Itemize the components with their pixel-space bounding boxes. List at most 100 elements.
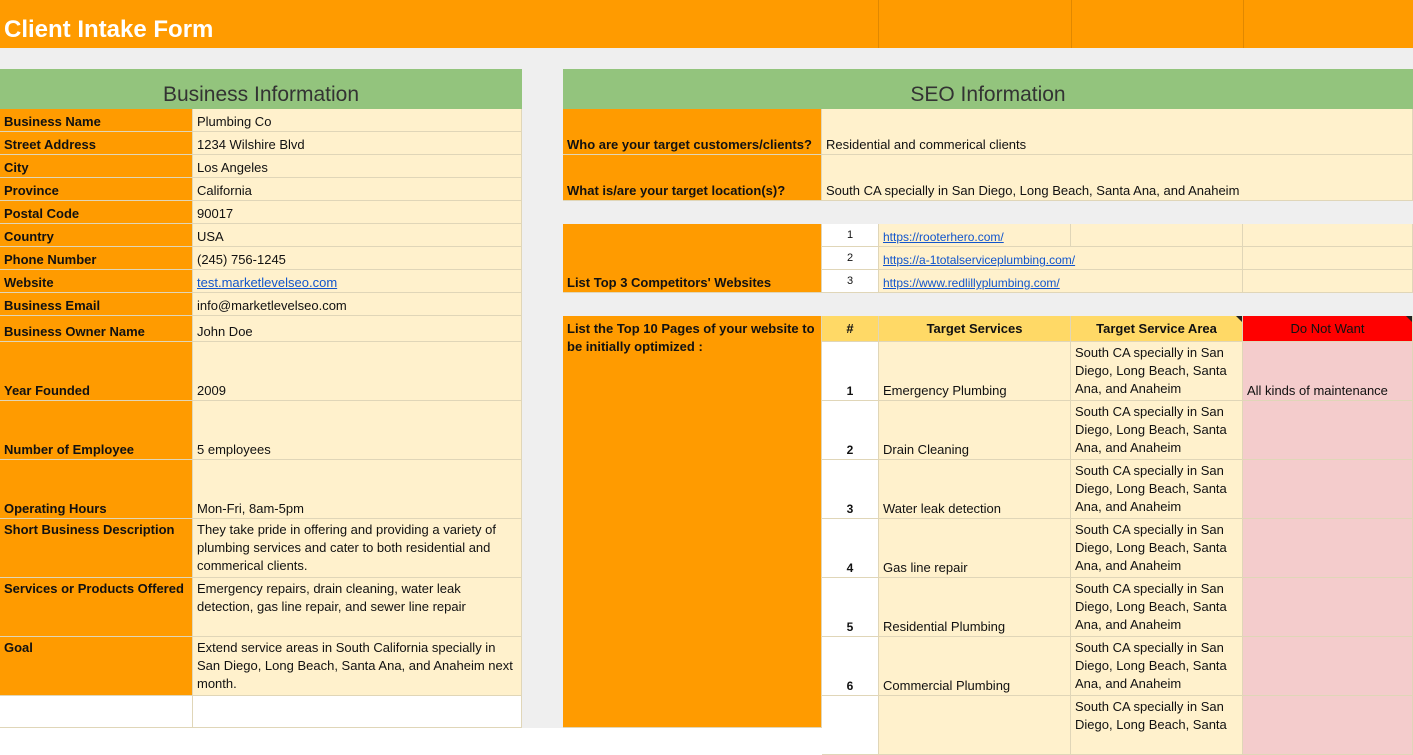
pages-header-area-label: Target Service Area [1096,320,1217,336]
target-customers-label: Who are your target customers/clients? [563,109,822,155]
page-target-area[interactable]: South CA specially in San Diego, Long Be… [1071,460,1243,519]
page-target-service[interactable]: Drain Cleaning [879,401,1071,460]
business-field-label: Services or Products Offered [0,578,193,637]
pages-header-donot-label: Do Not Want [1290,320,1365,336]
page-do-not-want[interactable] [1243,519,1413,578]
competitor-number: 2 [822,247,879,270]
page-number: 6 [822,637,879,696]
page-target-area[interactable]: South CA specially in San Diego, Long Be… [1071,637,1243,696]
business-field-label: Street Address [0,132,193,155]
spacer-column [522,48,563,728]
business-field-value[interactable]: (245) 756-1245 [193,247,522,270]
page-target-service[interactable]: Residential Plumbing [879,578,1071,637]
page-do-not-want[interactable] [1243,696,1413,755]
business-field-value[interactable]: USA [193,224,522,247]
pages-header-donot: Do Not Want [1243,316,1413,342]
business-field-value[interactable]: test.marketlevelseo.com [193,270,522,293]
empty-cell[interactable] [1243,270,1413,293]
business-field-value[interactable]: Emergency repairs, drain cleaning, water… [193,578,522,637]
business-field-value[interactable]: Mon-Fri, 8am-5pm [193,460,522,519]
seo-spacer [563,293,1413,316]
competitor-url-cell: https://a-1totalserviceplumbing.com/ [879,247,1243,270]
page-do-not-want[interactable]: All kinds of maintenance [1243,342,1413,401]
business-field-label: Postal Code [0,201,193,224]
business-field-label: Business Owner Name [0,316,193,342]
business-field-label: Country [0,224,193,247]
title-col-divider [1071,0,1072,48]
page-do-not-want[interactable] [1243,578,1413,637]
business-field-label: Year Founded [0,342,193,401]
comment-indicator-icon [1236,316,1242,322]
page-number: 5 [822,578,879,637]
business-field-value[interactable]: 1234 Wilshire Blvd [193,132,522,155]
business-field-value[interactable]: They take pride in offering and providin… [193,519,522,578]
empty-cell[interactable] [193,696,522,728]
business-field-label: Short Business Description [0,519,193,578]
website-link[interactable]: test.marketlevelseo.com [197,274,337,292]
pages-header-num: # [822,316,879,342]
business-field-value[interactable]: Los Angeles [193,155,522,178]
business-field-value[interactable]: 2009 [193,342,522,401]
page-target-area[interactable]: South CA specially in San Diego, Long Be… [1071,401,1243,460]
empty-cell[interactable] [1243,247,1413,270]
business-field-value[interactable]: 90017 [193,201,522,224]
page-target-service[interactable]: Emergency Plumbing [879,342,1071,401]
business-field-label: Business Name [0,109,193,132]
business-info-header: Business Information [0,69,522,109]
comment-indicator-icon [1406,316,1412,322]
page-target-service[interactable]: Gas line repair [879,519,1071,578]
target-location-value[interactable]: South CA specially in San Diego, Long Be… [822,155,1413,201]
competitor-number: 1 [822,224,879,247]
page-number: 3 [822,460,879,519]
page-number: 4 [822,519,879,578]
page-target-area[interactable]: South CA specially in San Diego, Long Be… [1071,519,1243,578]
seo-info-title: SEO Information [910,83,1066,106]
page-target-service[interactable] [879,696,1071,755]
target-location-label: What is/are your target location(s)? [563,155,822,201]
business-field-value[interactable]: Extend service areas in South California… [193,637,522,696]
competitor-link[interactable]: https://a-1totalserviceplumbing.com/ [883,251,1075,269]
competitor-number: 3 [822,270,879,293]
business-field-value[interactable]: California [193,178,522,201]
competitors-label: List Top 3 Competitors' Websites [563,224,822,293]
business-field-label: Operating Hours [0,460,193,519]
competitor-link[interactable]: https://www.redlillyplumbing.com/ [883,274,1060,292]
business-field-label: Website [0,270,193,293]
page-do-not-want[interactable] [1243,637,1413,696]
business-field-value[interactable]: 5 employees [193,401,522,460]
page-target-service[interactable]: Commercial Plumbing [879,637,1071,696]
seo-spacer [563,201,1413,224]
business-field-label: Province [0,178,193,201]
page-target-area[interactable]: South CA specially in San Diego, Long Be… [1071,696,1243,755]
pages-label: List the Top 10 Pages of your website to… [563,316,822,728]
empty-cell[interactable] [0,696,193,728]
empty-cell[interactable] [1243,224,1413,247]
competitor-link[interactable]: https://rooterhero.com/ [883,228,1004,246]
target-customers-value[interactable]: Residential and commerical clients [822,109,1413,155]
pages-header-area: Target Service Area [1071,316,1243,342]
page-number: 2 [822,401,879,460]
business-field-label: Phone Number [0,247,193,270]
business-info-title: Business Information [162,83,360,106]
competitor-url-cell: https://www.redlillyplumbing.com/ [879,270,1243,293]
page-do-not-want[interactable] [1243,401,1413,460]
business-field-value[interactable]: Plumbing Co [193,109,522,132]
page-target-service[interactable]: Water leak detection [879,460,1071,519]
business-field-value[interactable]: info@marketlevelseo.com [193,293,522,316]
page-number: 1 [822,342,879,401]
title-col-divider [878,0,879,48]
business-field-label: City [0,155,193,178]
competitor-url-cell: https://rooterhero.com/ [879,224,1071,247]
spacer-row [0,48,1413,69]
business-field-value[interactable]: John Doe [193,316,522,342]
pages-header-services: Target Services [879,316,1071,342]
empty-cell[interactable] [1071,224,1243,247]
page-target-area[interactable]: South CA specially in San Diego, Long Be… [1071,342,1243,401]
business-field-label: Business Email [0,293,193,316]
title-col-divider [1243,0,1244,48]
page-do-not-want[interactable] [1243,460,1413,519]
title-bar: Client Intake Form [0,0,1413,48]
seo-info-header: SEO Information [563,69,1413,109]
page-target-area[interactable]: South CA specially in San Diego, Long Be… [1071,578,1243,637]
business-field-label: Goal [0,637,193,696]
